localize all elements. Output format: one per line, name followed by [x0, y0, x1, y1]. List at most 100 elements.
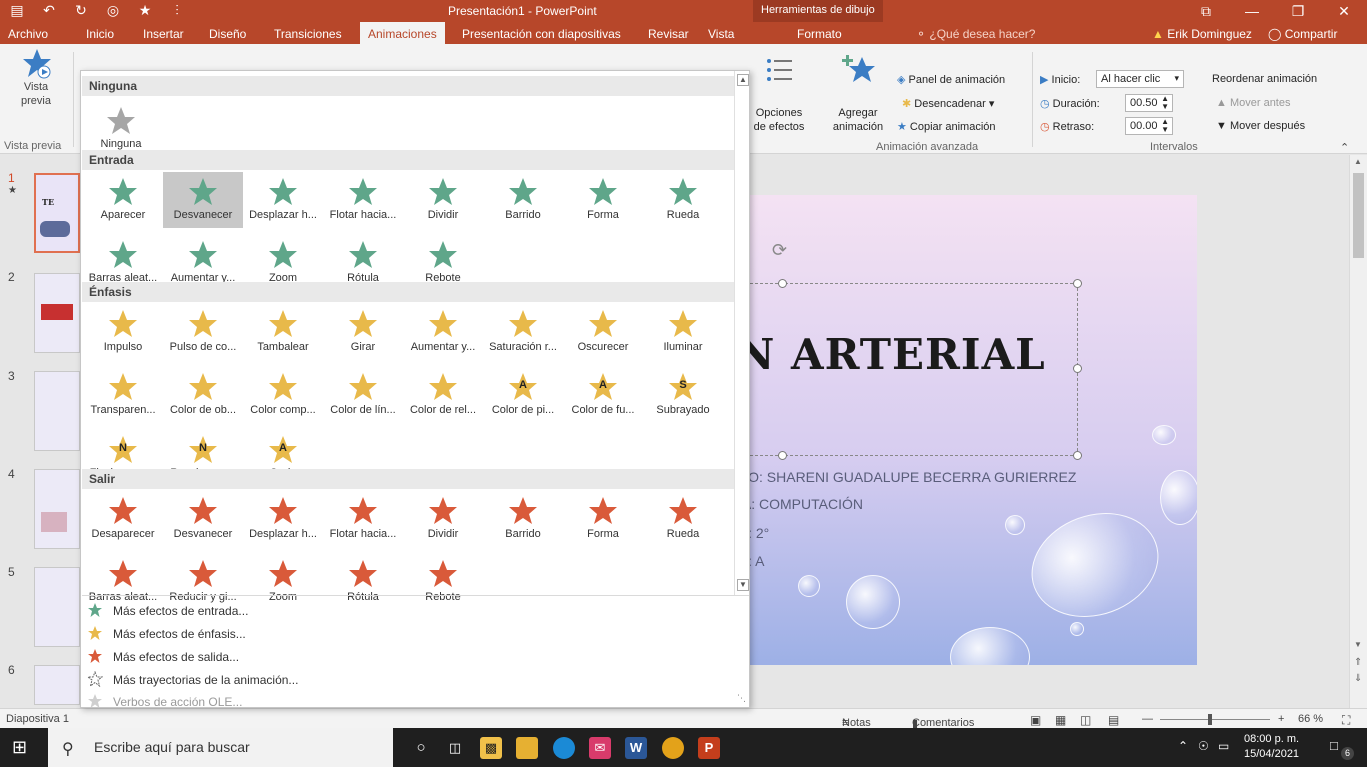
effect-entrance-desvanecer[interactable]: Desvanecer	[163, 172, 243, 228]
normal-view-icon[interactable]: ▣	[1030, 713, 1041, 727]
resize-handle[interactable]	[1073, 364, 1082, 373]
zoom-level[interactable]: 66 %	[1298, 713, 1323, 725]
slide-thumbnail-5[interactable]	[34, 567, 80, 647]
slide-sorter-icon[interactable]: ▦	[1055, 713, 1066, 727]
effect-emphasis-aumentar-y[interactable]: Aumentar y...	[403, 304, 483, 360]
effect-exit-flotar-hacia[interactable]: Flotar hacia...	[323, 491, 403, 547]
slide-thumbnail-2[interactable]	[34, 273, 80, 353]
tell-me-box[interactable]: ⚬ ¿Qué desea hacer?	[916, 27, 1035, 41]
effect-exit-forma[interactable]: Forma	[563, 491, 643, 547]
effect-entrance-aparecer[interactable]: Aparecer	[83, 172, 163, 228]
effect-emphasis-pulso-de-co[interactable]: Pulso de co...	[163, 304, 243, 360]
tray-expand-icon[interactable]: ⌃	[1178, 739, 1188, 753]
effect-entrance-rueda[interactable]: Rueda	[643, 172, 723, 228]
resize-handle[interactable]	[1073, 279, 1082, 288]
tab-archivo[interactable]: Archivo	[8, 27, 48, 41]
slide-subtitle-line[interactable]: IA: COMPUTACIÓN	[740, 496, 863, 512]
preview-star-icon[interactable]	[22, 48, 52, 80]
effect-exit-desplazar-h[interactable]: Desplazar h...	[243, 491, 323, 547]
share-button[interactable]: ◯ Compartir	[1268, 27, 1337, 41]
delay-stepper[interactable]: 00.00 ▲ ▼	[1125, 117, 1173, 135]
effect-entrance-desplazar-h[interactable]: Desplazar h...	[243, 172, 323, 228]
effect-emphasis-oscurecer[interactable]: Oscurecer	[563, 304, 643, 360]
effect-emphasis-color-de-lin[interactable]: Color de lín...	[323, 367, 403, 423]
zoom-slider[interactable]	[1160, 719, 1270, 720]
chrome-icon[interactable]	[662, 737, 684, 759]
zoom-slider-thumb[interactable]	[1208, 714, 1212, 725]
zoom-in-icon[interactable]: +	[1278, 713, 1284, 725]
effect-emphasis-transparen[interactable]: Transparen...	[83, 367, 163, 423]
add-animation-button[interactable]: Agregar animación	[826, 106, 890, 134]
scroll-up-icon[interactable]: ▲	[737, 74, 749, 86]
redo-icon[interactable]: ↻	[72, 2, 90, 19]
effect-exit-desaparecer[interactable]: Desaparecer	[83, 491, 163, 547]
minimize-button[interactable]: —	[1229, 0, 1275, 22]
effect-exit-desvanecer[interactable]: Desvanecer	[163, 491, 243, 547]
scrollbar-thumb[interactable]	[1353, 173, 1364, 258]
slide-subtitle-line[interactable]: NO: SHARENI GUADALUPE BECERRA GURIERREZ	[740, 469, 1076, 485]
edge-icon[interactable]	[553, 737, 575, 759]
save-icon[interactable]: ▤	[8, 2, 26, 19]
effect-exit-zoom[interactable]: Zoom	[243, 554, 323, 610]
effect-exit-rueda[interactable]: Rueda	[643, 491, 723, 547]
close-button[interactable]: ✕	[1321, 0, 1367, 22]
tab-diseno[interactable]: Diseño	[209, 27, 246, 41]
tab-insertar[interactable]: Insertar	[143, 27, 184, 41]
effect-entrance-dividir[interactable]: Dividir	[403, 172, 483, 228]
ribbon-display-icon[interactable]: ⧉	[1183, 0, 1229, 22]
effect-emphasis-tambalear[interactable]: Tambalear	[243, 304, 323, 360]
animation-pane-button[interactable]: ◈ Panel de animación	[897, 73, 1005, 86]
gallery-resize-grip-icon[interactable]: ⋱	[737, 693, 746, 704]
customize-qat-icon[interactable]: ⫶	[168, 2, 186, 19]
effect-emphasis-impulso[interactable]: Impulso	[83, 304, 163, 360]
effect-entrance-forma[interactable]: Forma	[563, 172, 643, 228]
preview-button[interactable]: Vista previa	[18, 80, 54, 108]
effect-emphasis-color-comp[interactable]: Color comp...	[243, 367, 323, 423]
battery-icon[interactable]: ▭	[1218, 739, 1229, 753]
trigger-button[interactable]: ✱ Desencadenar ▾	[902, 97, 994, 110]
slide-thumbnail-6[interactable]	[34, 665, 80, 705]
effect-exit-rebote[interactable]: Rebote	[403, 554, 483, 610]
copy-animation-button[interactable]: ★ Copiar animación	[897, 120, 996, 133]
effect-emphasis-color-de-ob[interactable]: Color de ob...	[163, 367, 243, 423]
slide-thumbnail-4[interactable]	[34, 469, 80, 549]
present-from-start-icon[interactable]: ◎	[104, 2, 122, 19]
slide-thumbnail-3[interactable]	[34, 371, 80, 451]
clock-date[interactable]: 15/04/2021	[1244, 748, 1299, 760]
gallery-scrollbar[interactable]: ▲ ▼	[734, 71, 749, 595]
stepper-arrows-icon[interactable]: ▲ ▼	[1161, 118, 1169, 134]
task-view-icon[interactable]: ◫	[444, 737, 466, 759]
windows-start-icon[interactable]: ⊞	[12, 737, 27, 758]
duration-stepper[interactable]: 00.50 ▲ ▼	[1125, 94, 1173, 112]
file-explorer-icon[interactable]	[516, 737, 538, 759]
taskbar-search-box[interactable]: ⚲ Escribe aquí para buscar	[48, 728, 393, 767]
effect-emphasis-iluminar[interactable]: Iluminar	[643, 304, 723, 360]
resize-handle[interactable]	[778, 451, 787, 460]
tab-formato[interactable]: Formato	[797, 27, 842, 41]
effect-entrance-flotar-hacia[interactable]: Flotar hacia...	[323, 172, 403, 228]
rotate-handle-icon[interactable]: ⟳	[772, 240, 787, 261]
effect-entrance-barrido[interactable]: Barrido	[483, 172, 563, 228]
store-icon[interactable]: ▩	[480, 737, 502, 759]
network-icon[interactable]: ☉	[1198, 739, 1209, 753]
tab-vista[interactable]: Vista	[708, 27, 734, 41]
effect-ninguna[interactable]: Ninguna	[81, 101, 161, 157]
scroll-down-icon[interactable]: ▼	[1354, 640, 1362, 649]
resize-handle[interactable]	[1073, 451, 1082, 460]
next-slide-icon[interactable]: ⇓	[1354, 673, 1362, 684]
tab-transiciones[interactable]: Transiciones	[274, 27, 342, 41]
powerpoint-icon[interactable]: P	[698, 737, 720, 759]
scroll-up-icon[interactable]: ▲	[1354, 157, 1362, 166]
slideshow-view-icon[interactable]: ▤	[1108, 713, 1119, 727]
resize-handle[interactable]	[778, 279, 787, 288]
clock-time[interactable]: 08:00 p. m.	[1244, 733, 1299, 745]
zoom-out-icon[interactable]: —	[1142, 713, 1153, 725]
effect-emphasis-color-de-pi[interactable]: A Color de pi...	[483, 367, 563, 423]
slide-thumbnail-1[interactable]: TE	[34, 173, 80, 253]
start-dropdown[interactable]: Al hacer clic ▾	[1096, 70, 1184, 88]
selected-textbox-outline[interactable]	[740, 283, 1078, 456]
mail-icon[interactable]: ✉	[589, 737, 611, 759]
move-earlier-button[interactable]: ▲ Mover antes	[1216, 97, 1290, 109]
stepper-arrows-icon[interactable]: ▲ ▼	[1161, 95, 1169, 111]
undo-icon[interactable]: ↶	[40, 2, 58, 19]
